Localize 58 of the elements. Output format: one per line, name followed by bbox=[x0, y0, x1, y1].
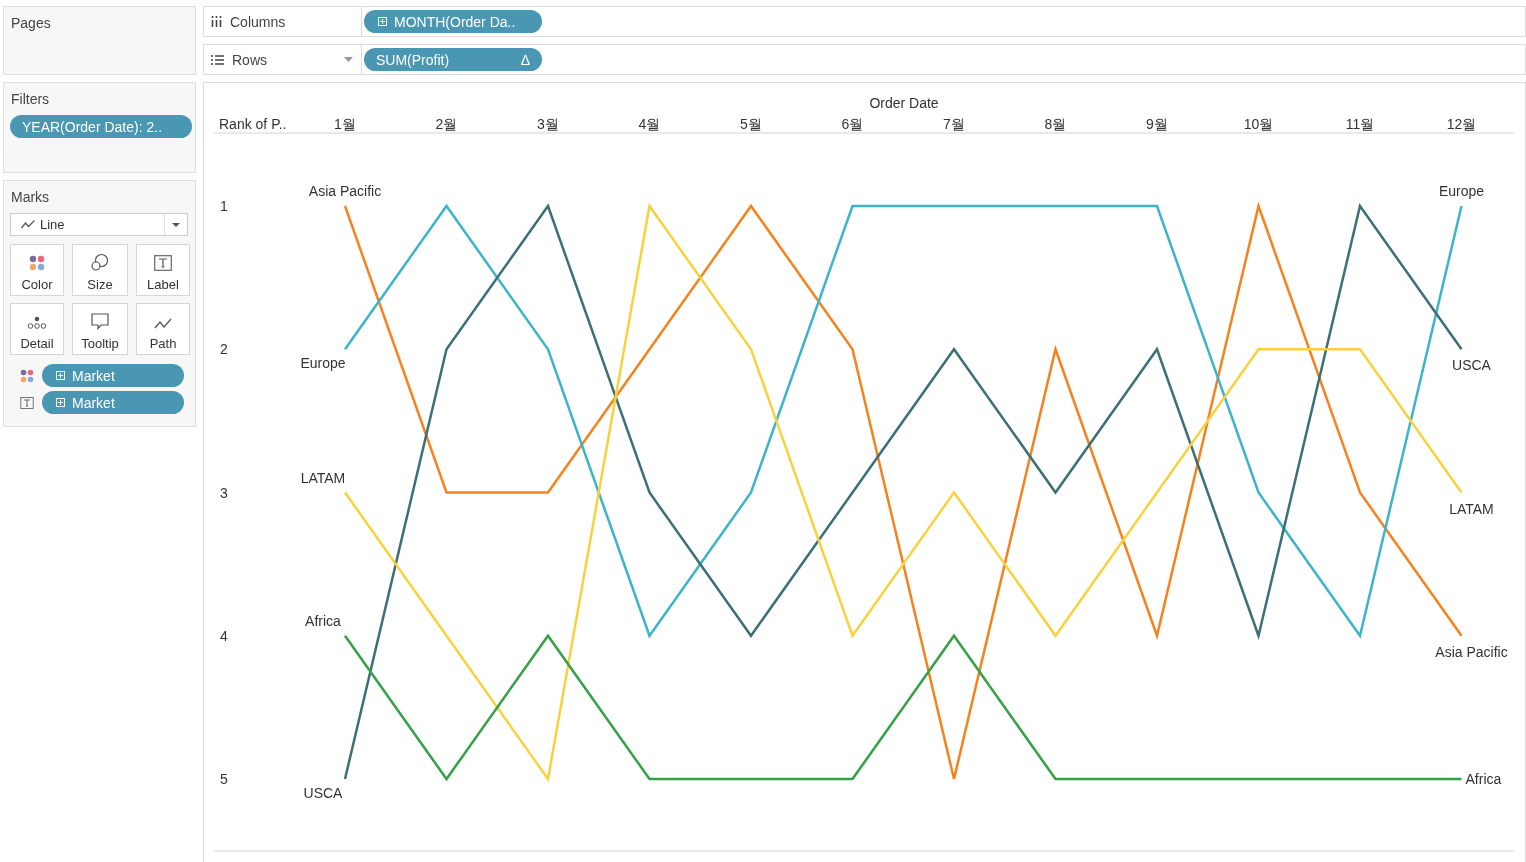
tooltip-mark-button[interactable]: Tooltip bbox=[72, 303, 128, 355]
detail-mark-button[interactable]: Detail bbox=[10, 303, 64, 355]
columns-icon bbox=[211, 16, 222, 27]
rank-tick-label: 4 bbox=[220, 627, 228, 644]
caret-icon bbox=[172, 222, 180, 227]
zigzag-line-icon bbox=[154, 318, 172, 330]
series-label: LATAM bbox=[1449, 500, 1494, 517]
month-label: 7월 bbox=[943, 116, 965, 132]
month-label: 12월 bbox=[1446, 116, 1477, 132]
shelf-label: Columns bbox=[230, 13, 287, 30]
color-dots-icon bbox=[20, 368, 34, 383]
month-label: 2월 bbox=[435, 116, 458, 132]
size-circles-icon bbox=[91, 253, 109, 271]
month-label: 10월 bbox=[1243, 116, 1274, 132]
series-label: Europe bbox=[300, 355, 346, 372]
series-label: LATAM bbox=[300, 469, 346, 486]
series-label: Europe bbox=[1438, 183, 1485, 199]
month-label: 11월 bbox=[1345, 116, 1375, 132]
card-title: Marks bbox=[11, 189, 51, 205]
card-title: Pages bbox=[11, 15, 52, 31]
series-label: Africa bbox=[305, 612, 341, 629]
text-label-icon bbox=[20, 396, 34, 409]
plus-icon bbox=[56, 398, 65, 407]
shelf-label: Rows bbox=[232, 51, 268, 68]
series-label: USCA bbox=[1452, 357, 1491, 374]
color-dots-icon bbox=[29, 255, 45, 271]
month-label: 8월 bbox=[1044, 116, 1067, 132]
line-icon bbox=[21, 220, 35, 229]
size-mark-button[interactable]: Size bbox=[72, 244, 128, 296]
series-label: Asia Pacific bbox=[1435, 643, 1508, 660]
series-label: Asia Pacific bbox=[308, 183, 382, 199]
series-label: USCA bbox=[303, 785, 343, 801]
rank-tick-label: 1 bbox=[220, 198, 228, 214]
detail-dots-icon bbox=[27, 316, 47, 330]
plus-icon bbox=[378, 17, 387, 26]
dropdown-caret-icon[interactable] bbox=[344, 57, 353, 62]
path-mark-button[interactable]: Path bbox=[136, 303, 190, 355]
label-mark-button[interactable]: Label bbox=[136, 244, 190, 296]
rank-tick-label: 3 bbox=[220, 484, 228, 501]
series-label: Africa bbox=[1465, 771, 1502, 787]
rank-tick-label: 5 bbox=[220, 771, 228, 787]
month-label: 3월 bbox=[537, 116, 559, 132]
text-label-icon bbox=[154, 255, 172, 271]
month-label: 4월 bbox=[638, 116, 661, 132]
color-mark-button[interactable]: Color bbox=[10, 244, 64, 296]
month-label: 1월 bbox=[334, 116, 356, 132]
month-label: 9월 bbox=[1146, 116, 1168, 132]
rank-tick-label: 2 bbox=[220, 341, 228, 358]
speech-bubble-icon bbox=[91, 313, 109, 330]
rows-icon bbox=[211, 54, 224, 65]
month-label: 5월 bbox=[740, 116, 762, 132]
card-title: Filters bbox=[11, 91, 51, 107]
delta-icon: Δ bbox=[520, 51, 530, 68]
plus-icon bbox=[56, 371, 65, 380]
row-header: Rank of P.. bbox=[219, 116, 287, 132]
column-header: Order Date bbox=[869, 95, 939, 111]
month-label: 6월 bbox=[841, 116, 864, 132]
mark-type-dropdown[interactable]: Line bbox=[10, 213, 188, 236]
